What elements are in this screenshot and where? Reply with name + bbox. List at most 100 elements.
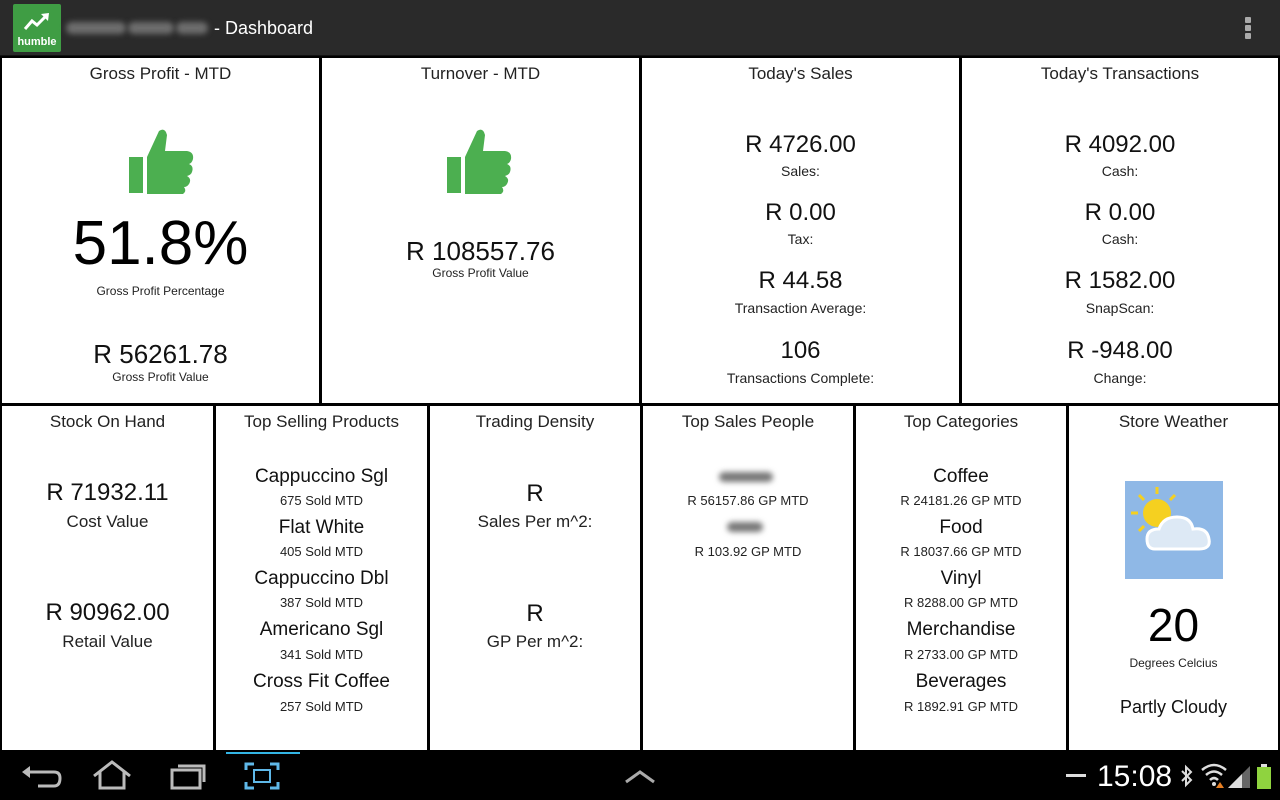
product-sold: 257 Sold MTD — [279, 699, 364, 714]
tile-title: Store Weather — [1118, 412, 1229, 431]
product-sold: 387 Sold MTD — [279, 595, 364, 610]
gp-per-m2-value: R — [526, 600, 544, 627]
partly-cloudy-icon — [1125, 481, 1223, 579]
product-name: Flat White — [278, 517, 365, 538]
product-name: Cappuccino Sgl — [254, 466, 389, 487]
retail-value: R 90962.00 — [45, 599, 170, 626]
tile-title: Today's Transactions — [1040, 64, 1200, 83]
app-logo[interactable]: humble — [13, 4, 61, 52]
change-value: R -948.00 — [1067, 337, 1173, 364]
tile-title: Today's Sales — [748, 64, 853, 83]
temperature-unit-label: Degrees Celcius — [1129, 656, 1218, 670]
cost-value: R 71932.11 — [46, 479, 169, 506]
bluetooth-icon — [1181, 764, 1193, 788]
product-sold: 405 Sold MTD — [279, 544, 364, 559]
cash-label-2: Cash: — [1101, 231, 1139, 247]
dashboard-grid: Gross Profit - MTD 51.8% Gross Profit Pe… — [0, 56, 1280, 752]
weather-condition: Partly Cloudy — [1119, 697, 1228, 717]
tile-title: Top Selling Products — [244, 412, 399, 431]
sales-label: Sales: — [781, 163, 820, 179]
gp-per-m2-label: GP Per m^2: — [486, 632, 584, 651]
tile-top-selling-products[interactable]: Top Selling Products Cappuccino Sgl 675 … — [216, 406, 427, 750]
cash-value: R 4092.00 — [1064, 131, 1176, 158]
tile-top-sales-people[interactable]: Top Sales People R 56157.86 GP MTD R 103… — [643, 406, 853, 750]
cash-label: Cash: — [1101, 163, 1139, 179]
transaction-average-label: Transaction Average: — [734, 300, 867, 316]
tile-top-categories[interactable]: Top Categories Coffee R 24181.26 GP MTD … — [856, 406, 1066, 750]
retail-value-label: Retail Value — [62, 632, 153, 651]
overflow-menu-button[interactable] — [1236, 14, 1260, 42]
system-navigation-bar — [0, 752, 1280, 800]
thumbs-up-icon — [447, 129, 512, 194]
store-name-redacted — [66, 18, 211, 38]
cash-value-2: R 0.00 — [1084, 199, 1156, 226]
home-button[interactable] — [82, 758, 142, 794]
category-name: Merchandise — [906, 619, 1016, 640]
tile-trading-density[interactable]: Trading Density R Sales Per m^2: R GP Pe… — [430, 406, 640, 750]
category-gp: R 8288.00 GP MTD — [904, 595, 1018, 610]
transactions-complete-value: 106 — [780, 337, 821, 364]
category-name: Beverages — [915, 671, 1007, 692]
category-gp: R 2733.00 GP MTD — [904, 647, 1018, 662]
logo-text: humble — [17, 36, 57, 48]
tile-title: Stock On Hand — [49, 412, 166, 431]
gross-profit-percentage: 51.8% — [72, 209, 249, 278]
category-gp: R 1892.91 GP MTD — [904, 699, 1018, 714]
category-name: Coffee — [933, 466, 989, 487]
tax-label: Tax: — [787, 231, 814, 247]
sales-per-m2-value: R — [526, 480, 544, 507]
turnover-value-label: Gross Profit Value — [432, 266, 529, 280]
turnover-value: R 108557.76 — [406, 236, 555, 266]
screenshot-button[interactable] — [232, 758, 292, 794]
thumbs-up-icon — [129, 129, 194, 194]
gross-profit-value-label: Gross Profit Value — [112, 370, 209, 384]
transaction-average-value: R 44.58 — [758, 267, 843, 294]
gross-profit-percentage-label: Gross Profit Percentage — [96, 284, 225, 298]
trend-up-icon — [23, 13, 49, 30]
tile-title: Trading Density — [475, 412, 595, 431]
product-name: Cross Fit Coffee — [253, 671, 390, 692]
tile-gross-profit[interactable]: Gross Profit - MTD 51.8% Gross Profit Pe… — [2, 58, 319, 403]
salesperson-gp: R 56157.86 GP MTD — [687, 493, 809, 508]
tile-title: Top Sales People — [681, 412, 815, 431]
snapscan-label: SnapScan: — [1085, 300, 1155, 316]
tile-title: Turnover - MTD — [420, 64, 541, 83]
recent-apps-button[interactable] — [158, 758, 218, 794]
sales-value: R 4726.00 — [745, 131, 856, 158]
tile-stock-on-hand[interactable]: Stock On Hand R 71932.11 Cost Value R 90… — [2, 406, 213, 750]
action-bar: humble - Dashboard — [0, 0, 1280, 56]
chevron-up-icon[interactable] — [610, 758, 670, 794]
category-gp: R 24181.26 GP MTD — [900, 493, 1022, 508]
clock[interactable]: 15:08 — [1097, 760, 1172, 794]
category-name: Vinyl — [940, 568, 982, 589]
back-button[interactable] — [10, 758, 70, 794]
minus-icon — [1066, 774, 1086, 777]
signal-strength-icon — [1228, 766, 1250, 788]
cost-value-label: Cost Value — [66, 512, 149, 531]
tile-turnover[interactable]: Turnover - MTD R 108557.76 Gross Profit … — [322, 58, 639, 403]
wifi-icon — [1201, 763, 1227, 788]
product-sold: 341 Sold MTD — [279, 647, 364, 662]
product-sold: 675 Sold MTD — [279, 493, 364, 508]
temperature-value: 20 — [1147, 599, 1200, 651]
change-label: Change: — [1093, 370, 1147, 386]
tax-value: R 0.00 — [765, 199, 836, 226]
category-gp: R 18037.66 GP MTD — [900, 544, 1022, 559]
sales-per-m2-label: Sales Per m^2: — [477, 512, 593, 531]
page-title: - Dashboard — [214, 18, 314, 38]
tile-todays-sales[interactable]: Today's Sales R 4726.00 Sales: R 0.00 Ta… — [642, 58, 959, 403]
tile-store-weather[interactable]: Store Weather 20 Degrees Celcius Partly … — [1069, 406, 1278, 750]
battery-icon — [1257, 764, 1271, 789]
transactions-complete-label: Transactions Complete: — [726, 370, 875, 386]
snapscan-value: R 1582.00 — [1064, 267, 1176, 294]
salesperson-gp: R 103.92 GP MTD — [694, 544, 802, 559]
tile-todays-transactions[interactable]: Today's Transactions R 4092.00 Cash: R 0… — [962, 58, 1278, 403]
product-name: Americano Sgl — [259, 619, 384, 640]
tile-title: Gross Profit - MTD — [89, 64, 232, 83]
product-name: Cappuccino Dbl — [254, 568, 389, 589]
gross-profit-value: R 56261.78 — [93, 339, 228, 369]
active-indicator — [226, 752, 300, 754]
salesperson-name-redacted — [727, 522, 763, 532]
tile-title: Top Categories — [903, 412, 1019, 431]
salesperson-name-redacted — [719, 472, 773, 482]
